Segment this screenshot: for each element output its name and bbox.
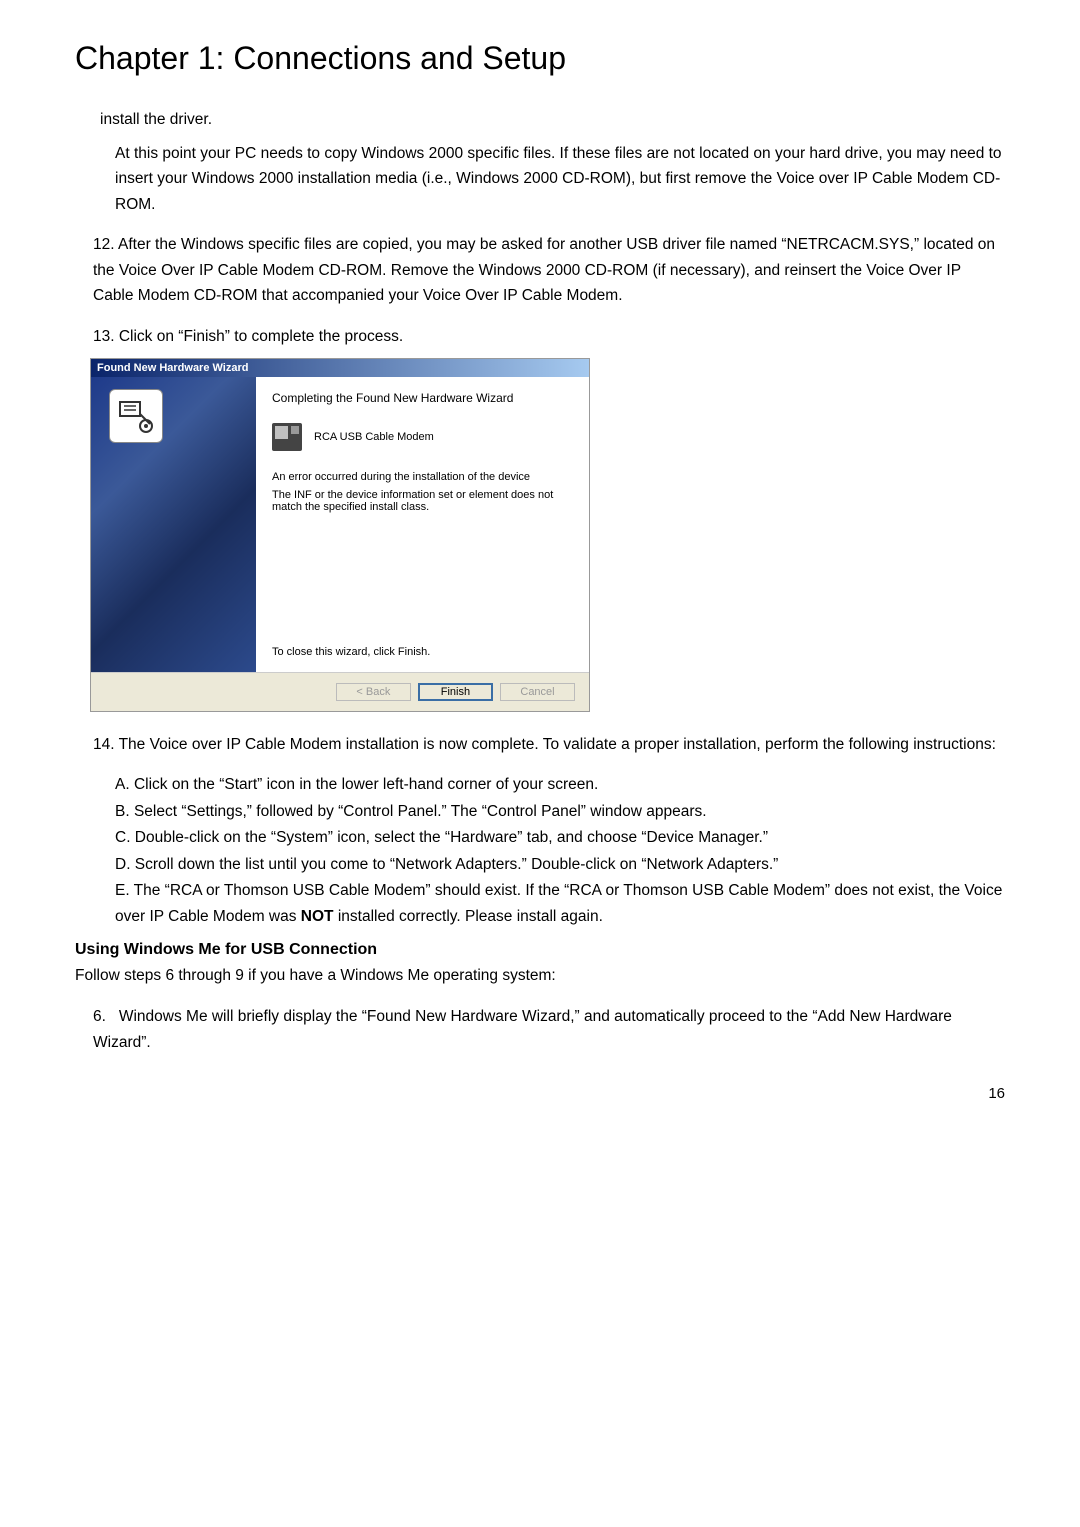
wizard-close-instruction: To close this wizard, click Finish. bbox=[272, 646, 430, 658]
step-14-e: E. The “RCA or Thomson USB Cable Modem” … bbox=[115, 878, 1005, 929]
paragraph-windows2000-files: At this point your PC needs to copy Wind… bbox=[115, 141, 1005, 218]
step-14-d: D. Scroll down the list until you come t… bbox=[115, 852, 1005, 878]
wizard-inf-text: The INF or the device information set or… bbox=[272, 489, 573, 513]
chapter-title: Chapter 1: Connections and Setup bbox=[75, 40, 1005, 77]
step-14-lead: 14. The Voice over IP Cable Modem instal… bbox=[75, 732, 1005, 758]
step-12: 12. After the Windows specific files are… bbox=[75, 232, 1005, 309]
page-number: 16 bbox=[75, 1085, 1005, 1102]
cancel-button: Cancel bbox=[500, 683, 575, 701]
step-6: 6. Windows Me will briefly display the “… bbox=[75, 1004, 1005, 1055]
intro-line: install the driver. bbox=[100, 107, 1005, 133]
back-button: < Back bbox=[336, 683, 411, 701]
hardware-icon bbox=[109, 389, 163, 443]
section-intro-windows-me: Follow steps 6 through 9 if you have a W… bbox=[75, 963, 1005, 989]
step-14-e-bold: NOT bbox=[301, 908, 334, 925]
wizard-sidebar-image bbox=[91, 377, 256, 672]
wizard-titlebar: Found New Hardware Wizard bbox=[91, 359, 589, 377]
step-14-c: C. Double-click on the “System” icon, se… bbox=[115, 825, 1005, 851]
step-14-b: B. Select “Settings,” followed by “Contr… bbox=[115, 799, 1005, 825]
wizard-error-text: An error occurred during the installatio… bbox=[272, 471, 573, 483]
step-14-e-post: installed correctly. Please install agai… bbox=[334, 908, 603, 925]
found-new-hardware-wizard-dialog: Found New Hardware Wizard Completing the… bbox=[90, 358, 590, 712]
step-13: 13. Click on “Finish” to complete the pr… bbox=[75, 324, 1005, 350]
wizard-footer: < Back Finish Cancel bbox=[91, 672, 589, 711]
step-14-a: A. Click on the “Start” icon in the lowe… bbox=[115, 772, 1005, 798]
finish-button[interactable]: Finish bbox=[418, 683, 493, 701]
section-heading-windows-me: Using Windows Me for USB Connection bbox=[75, 941, 1005, 959]
wizard-device-name: RCA USB Cable Modem bbox=[314, 431, 434, 443]
wizard-heading: Completing the Found New Hardware Wizard bbox=[272, 391, 573, 405]
device-icon bbox=[272, 423, 302, 451]
